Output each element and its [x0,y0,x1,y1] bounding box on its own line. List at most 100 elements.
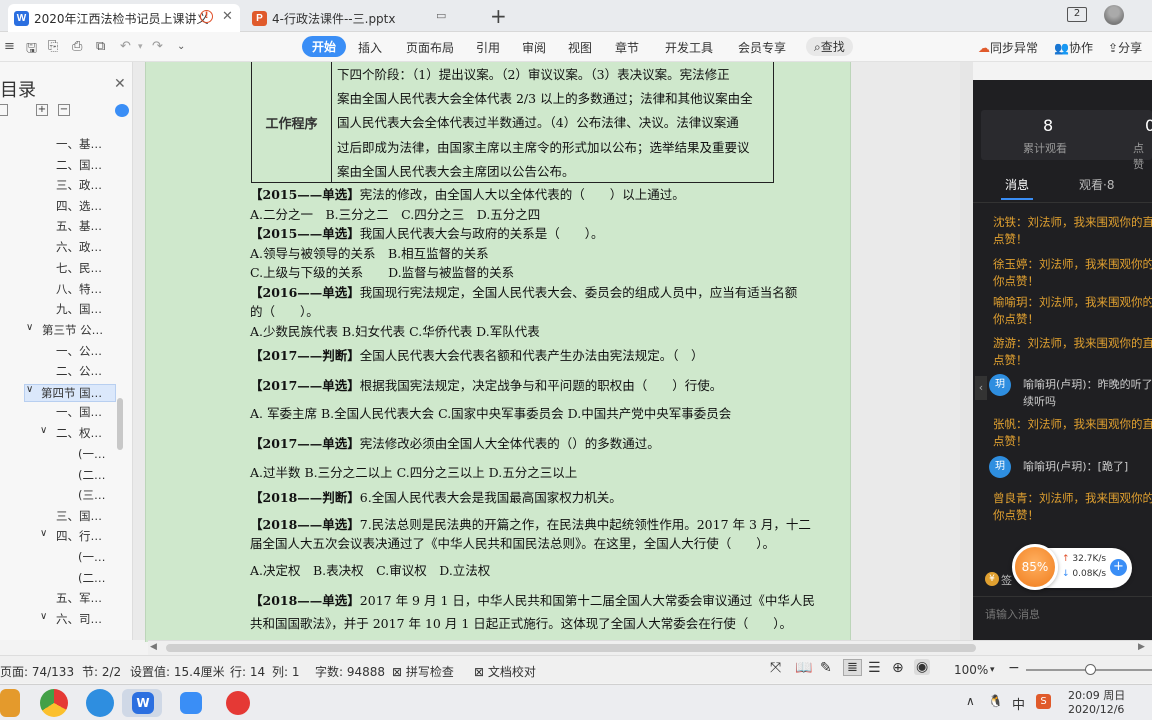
tab-presentation[interactable]: P 4-行政法课件--三.pptx ▭ [246,4,476,32]
close-icon[interactable]: ✕ [114,76,126,92]
menu-icon[interactable]: ≡ [4,39,15,54]
calendar-icon[interactable] [180,692,202,714]
netease-music-icon[interactable] [226,691,250,715]
page-view-icon[interactable]: ≣ [843,659,862,676]
chrome-icon[interactable] [40,689,68,717]
minus-icon[interactable]: − [58,104,70,116]
sync-status[interactable]: ☁同步异常 [978,39,1038,56]
folder-icon[interactable] [0,689,20,717]
chevron-down-icon[interactable]: ∨ [26,384,33,395]
zoom-level[interactable]: 100% [954,663,988,677]
expand-icon[interactable]: + [36,104,48,116]
chevron-down-icon[interactable]: ∨ [40,425,47,436]
memory-gauge[interactable]: 85% [1012,544,1058,590]
wps-tray-icon[interactable]: S [1036,694,1051,709]
tab-member[interactable]: 会员专享 [738,39,786,56]
outline-item[interactable]: 四、行… [56,528,102,544]
tab-review[interactable]: 审阅 [522,39,546,56]
horizontal-scrollbar[interactable]: ◀ ▶ [148,640,1152,655]
coin-icon[interactable]: ¥ [985,572,999,586]
outline-item[interactable]: 第四节 国… [24,384,116,402]
tab-document[interactable]: W 2020年江西法检书记员上课讲义 ! ✕ [8,4,240,32]
tab-messages[interactable]: 消息 [1005,176,1029,193]
tab-developer[interactable]: 开发工具 [665,39,713,56]
zoom-dropdown-icon[interactable]: ▾ [990,665,995,675]
outline-item[interactable]: 七、民… [56,260,102,276]
outline-item[interactable]: 一、公… [56,343,102,359]
focus-icon[interactable]: ⤧ [770,660,781,676]
outline-item[interactable]: 四、选… [56,198,102,214]
outline-view-icon[interactable]: ☰ [868,660,881,676]
sign-label[interactable]: 签 [1001,572,1012,588]
outline-item[interactable]: 五、军… [56,590,102,606]
spell-check[interactable]: ⊠ 拼写检查 [392,663,454,680]
chevron-left-icon[interactable]: ‹ [975,376,987,400]
tab-references[interactable]: 引用 [476,39,500,56]
chevron-down-icon[interactable]: ▾ [138,42,143,52]
chevron-down-icon[interactable]: ∨ [26,322,33,333]
outline-item[interactable]: 一、国… [56,404,102,420]
web-view-icon[interactable]: ⊕ [892,660,904,676]
outline-item[interactable]: 二、国… [56,157,102,173]
outline-item[interactable]: (二… [78,467,106,483]
search-button[interactable]: ⌕查找 [806,37,853,56]
clock-time[interactable]: 20:09 周日 [1068,687,1125,703]
zoom-out-icon[interactable]: − [1008,660,1020,676]
tab-layout[interactable]: 页面布局 [406,39,454,56]
outline-item[interactable]: 三、政… [56,177,102,193]
screen-icon[interactable]: ▭ [436,9,446,22]
avatar[interactable]: 玥 [989,374,1011,396]
outline-item[interactable]: (二… [78,570,106,586]
outline-item[interactable]: 二、权… [56,425,102,441]
outline-item[interactable]: 五、基… [56,218,102,234]
page-count[interactable]: 页面: 74/133 [0,663,74,680]
tab-home[interactable]: 开始 [302,36,347,57]
feather-icon[interactable] [86,689,114,717]
qq-icon[interactable]: 🐧 [988,694,1003,708]
outline-item[interactable]: 六、司… [56,611,102,627]
setting-value[interactable]: 设置值: 15.4厘米 [130,663,225,680]
close-tab-icon[interactable]: ✕ [222,9,233,24]
window-count-badge[interactable]: 2 [1067,7,1087,22]
scroll-right-icon[interactable]: ▶ [1138,642,1145,652]
scrollbar[interactable] [117,398,123,450]
zoom-handle[interactable] [1085,664,1096,675]
outline-item[interactable]: 第三节 公… [42,322,103,338]
word-count[interactable]: 字数: 94888 [315,663,385,680]
collaborate-button[interactable]: 👥协作 [1054,39,1093,56]
tab-viewers[interactable]: 观看·8 [1079,176,1114,193]
edit-icon[interactable]: ✎ [820,660,832,676]
outline-item[interactable]: 九、国… [56,301,102,317]
undo-icon[interactable]: ↶ [120,39,131,54]
avatar[interactable] [1104,5,1124,25]
outline-item[interactable]: (一… [78,549,106,565]
collapse-icon[interactable] [0,104,8,116]
plus-icon[interactable]: + [1110,559,1127,576]
new-tab-icon[interactable]: + [490,4,507,28]
eye-icon[interactable] [115,104,129,117]
clock-date[interactable]: 2020/12/6 [1068,703,1124,716]
share-button[interactable]: ⇪分享 [1108,39,1142,56]
outline-item[interactable]: 六、政… [56,239,102,255]
chevron-down-icon[interactable]: ∨ [40,611,47,622]
redo-icon[interactable]: ↷ [152,39,163,54]
vertical-scrollbar[interactable] [960,62,973,640]
tray-expand-icon[interactable]: ∧ [966,694,975,708]
print-icon[interactable]: ⎙ [72,39,82,54]
scroll-left-icon[interactable]: ◀ [150,642,157,652]
customize-icon[interactable]: ⌄ [177,41,185,52]
scroll-thumb[interactable] [166,644,976,652]
avatar[interactable]: 玥 [989,456,1011,478]
outline-item[interactable]: 三、国… [56,508,102,524]
outline-item[interactable]: 一、基… [56,136,102,152]
section-count[interactable]: 节: 2/2 [82,663,121,680]
eye-protect-icon[interactable]: ◉ [914,659,931,675]
warning-icon[interactable]: ! [200,10,213,23]
ime-indicator[interactable]: 中 [1012,694,1025,713]
print-preview-icon[interactable]: ⧉ [96,39,105,54]
proofread[interactable]: ⊠ 文档校对 [474,663,536,680]
outline-item[interactable]: 二、公… [56,363,102,379]
wps-writer-icon[interactable]: W [132,692,154,714]
tab-view[interactable]: 视图 [568,39,592,56]
message-input[interactable]: 请输入消息 [985,606,1040,622]
